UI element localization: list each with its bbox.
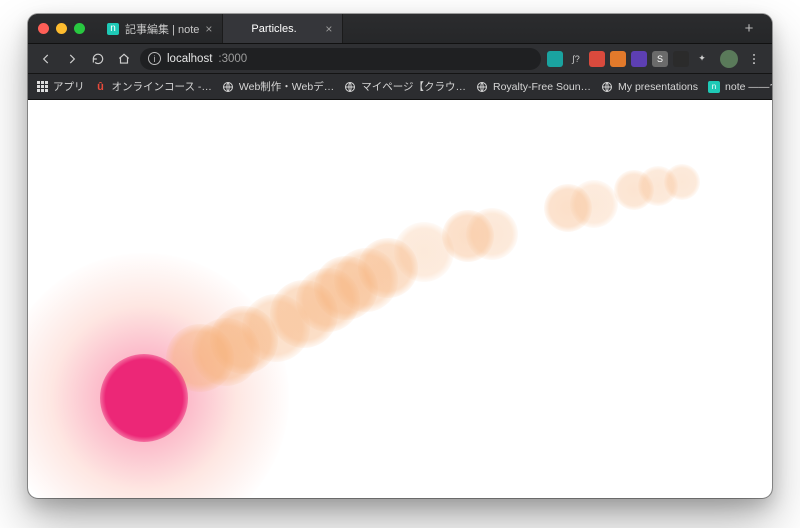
- tab-close-icon[interactable]: ×: [325, 22, 332, 36]
- titlebar: n 記事編集 | note × Particles. × +: [28, 14, 772, 44]
- particle-trail: [270, 280, 338, 348]
- particle-trail: [544, 184, 592, 232]
- bookmark-item[interactable]: n note ――つくる、…: [708, 79, 772, 94]
- note-favicon-icon: n: [107, 23, 119, 35]
- address-bar[interactable]: i localhost :3000: [140, 48, 541, 70]
- bookmark-label: マイページ【クラウ…: [361, 79, 466, 94]
- particle-trail: [210, 306, 278, 374]
- particle-trail: [466, 208, 518, 260]
- tab-strip: n 記事編集 | note × Particles. ×: [97, 14, 730, 43]
- toolbar: i localhost :3000 ∫? S ✦: [28, 44, 772, 74]
- bookmark-item[interactable]: Royalty-Free Soun…: [476, 81, 591, 93]
- particle-trail: [614, 170, 654, 210]
- udemy-icon: û: [95, 81, 107, 93]
- particle-trail: [166, 324, 234, 392]
- kebab-menu-icon[interactable]: [744, 49, 764, 69]
- bookmark-item[interactable]: マイページ【クラウ…: [344, 79, 466, 94]
- bookmark-label: My presentations: [618, 81, 698, 93]
- particle-trail: [394, 222, 454, 282]
- favicon-icon: [233, 23, 245, 35]
- particle-trail: [664, 164, 700, 200]
- tab[interactable]: n 記事編集 | note ×: [97, 14, 223, 43]
- bookmark-label: note ――つくる、…: [725, 79, 772, 94]
- particle-trail: [570, 180, 618, 228]
- particle-trail: [442, 210, 494, 262]
- globe-icon: [601, 81, 613, 93]
- particle-cursor-core: [100, 354, 188, 442]
- window-zoom-button[interactable]: [74, 23, 85, 34]
- ext-orange[interactable]: [610, 51, 626, 67]
- ext-puzzle[interactable]: ✦: [694, 51, 710, 67]
- bookmark-label: オンラインコース -…: [112, 79, 212, 94]
- bookmark-item[interactable]: Web制作・Webデ…: [222, 79, 334, 94]
- ext-teal[interactable]: [547, 51, 563, 67]
- extension-icons: ∫? S ✦: [547, 51, 710, 67]
- bookmark-label: Royalty-Free Soun…: [493, 81, 591, 93]
- tab-title: 記事編集 | note: [125, 21, 199, 37]
- new-tab-button[interactable]: +: [736, 20, 762, 37]
- globe-icon: [222, 81, 234, 93]
- browser-window: n 記事編集 | note × Particles. × + i localhost :3…: [28, 14, 772, 498]
- note-icon: n: [708, 81, 720, 93]
- bookmark-label: アプリ: [53, 79, 85, 94]
- site-info-icon[interactable]: i: [148, 52, 161, 65]
- particle-trail: [296, 268, 360, 332]
- bookmark-item[interactable]: アプリ: [36, 79, 85, 94]
- tab-close-icon[interactable]: ×: [205, 22, 212, 36]
- globe-icon: [344, 81, 356, 93]
- home-icon[interactable]: [114, 49, 134, 69]
- reload-icon[interactable]: [88, 49, 108, 69]
- address-port: :3000: [218, 53, 247, 65]
- address-host: localhost: [167, 53, 212, 65]
- particle-trail: [358, 238, 418, 298]
- particle-trail: [242, 294, 310, 362]
- particle-trail: [334, 248, 398, 312]
- globe-icon: [476, 81, 488, 93]
- particle-trail: [192, 318, 260, 386]
- ext-purple[interactable]: [631, 51, 647, 67]
- apps-grid-icon: [36, 81, 48, 93]
- window-close-button[interactable]: [38, 23, 49, 34]
- ext-dark[interactable]: [673, 51, 689, 67]
- window-minimize-button[interactable]: [56, 23, 67, 34]
- particle-cursor-glow: [28, 253, 289, 498]
- tab[interactable]: Particles. ×: [223, 14, 343, 43]
- bookmark-item[interactable]: My presentations: [601, 81, 698, 93]
- ext-grey-s[interactable]: S: [652, 51, 668, 67]
- bookmark-item[interactable]: û オンラインコース -…: [95, 79, 212, 94]
- profile-avatar[interactable]: [720, 50, 738, 68]
- page-content: [28, 100, 772, 498]
- back-icon[interactable]: [36, 49, 56, 69]
- tab-title: Particles.: [251, 23, 319, 35]
- particle-trail: [638, 166, 678, 206]
- particle-trail: [314, 256, 378, 320]
- bookmark-label: Web制作・Webデ…: [239, 79, 334, 94]
- traffic-lights: [38, 23, 85, 34]
- ext-integral[interactable]: ∫?: [568, 51, 584, 67]
- bookmarks-bar: アプリ û オンラインコース -… Web制作・Webデ… マイページ【クラウ… Roya…: [28, 74, 772, 100]
- ext-red[interactable]: [589, 51, 605, 67]
- forward-icon[interactable]: [62, 49, 82, 69]
